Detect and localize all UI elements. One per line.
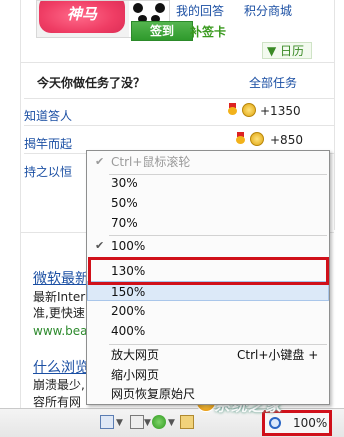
article-snippet: 最新Intern — [33, 290, 93, 304]
article-title[interactable]: 微软最新 — [33, 268, 89, 288]
zoom-option-70[interactable]: 70% — [87, 213, 329, 233]
zoom-in-item[interactable]: 放大网页 Ctrl+小键盘 + — [87, 345, 329, 365]
points-mall-link[interactable]: 积分商城 — [244, 2, 292, 19]
reset-zoom-item[interactable]: 网页恢复原始尺 — [87, 384, 329, 404]
security-check-icon[interactable] — [152, 415, 166, 429]
article-title[interactable]: 什么浏览 — [33, 357, 89, 377]
all-tasks-link[interactable]: 全部任务 — [249, 74, 297, 91]
task-item[interactable]: 揭竿而起 — [24, 135, 72, 152]
zoom-option-200[interactable]: 200% — [87, 301, 329, 321]
article-snippet: 准,更快速 — [33, 306, 85, 320]
zoom-option-400[interactable]: 400% — [87, 321, 329, 341]
check-icon: ✔ — [95, 155, 105, 168]
medal-icon — [228, 103, 237, 115]
dropdown-arrow-icon[interactable]: ▼ — [116, 418, 123, 428]
divider — [20, 62, 334, 63]
status-bar: ▼ ▼ ▼ 100% — [0, 408, 344, 437]
left-border — [20, 0, 21, 436]
zoom-option-100[interactable]: ✔ 100% — [87, 236, 329, 256]
article-url[interactable]: www.bea — [33, 324, 88, 338]
zoom-option-50[interactable]: 50% — [87, 193, 329, 213]
zoom-level: 100% — [293, 416, 328, 430]
check-icon: ✔ — [95, 239, 105, 252]
zoom-out-item[interactable]: 缩小网页 — [87, 365, 329, 385]
medal-icon — [236, 132, 245, 144]
calendar-toggle[interactable]: ▼ 日历 — [262, 42, 312, 59]
popup-icon[interactable] — [130, 415, 144, 429]
tasks-title: 今天你做任务了没？ — [37, 76, 146, 90]
task-reward: +1350 — [260, 104, 301, 118]
shortcut-label: Ctrl+小键盘 + — [237, 348, 319, 362]
menu-header: ✔ Ctrl+鼠标滚轮 — [87, 152, 329, 172]
zoom-option-30[interactable]: 30% — [87, 173, 329, 193]
coin-icon — [250, 132, 264, 146]
right-border — [334, 0, 335, 230]
my-answers-link[interactable]: 我的回答 — [176, 2, 224, 19]
task-reward: +850 — [270, 133, 303, 147]
magnifier-icon — [269, 417, 281, 429]
signin-button[interactable]: 签到 — [131, 21, 193, 41]
page-icon[interactable] — [100, 415, 114, 429]
task-item[interactable]: 持之以恒 — [24, 163, 72, 180]
dropdown-arrow-icon[interactable]: ▼ — [144, 418, 151, 428]
highlight-box — [88, 257, 329, 285]
coin-icon — [242, 103, 256, 117]
divider — [24, 125, 334, 126]
avatar-sign: 神马 — [39, 1, 125, 33]
dropdown-arrow-icon[interactable]: ▼ — [168, 418, 175, 428]
makeup-card-link[interactable]: 补签卡 — [190, 23, 226, 40]
task-item[interactable]: 知道答人 — [24, 107, 72, 124]
divider — [24, 98, 334, 99]
folder-icon[interactable] — [180, 415, 194, 429]
article-snippet: 崩溃最少, — [33, 378, 85, 392]
